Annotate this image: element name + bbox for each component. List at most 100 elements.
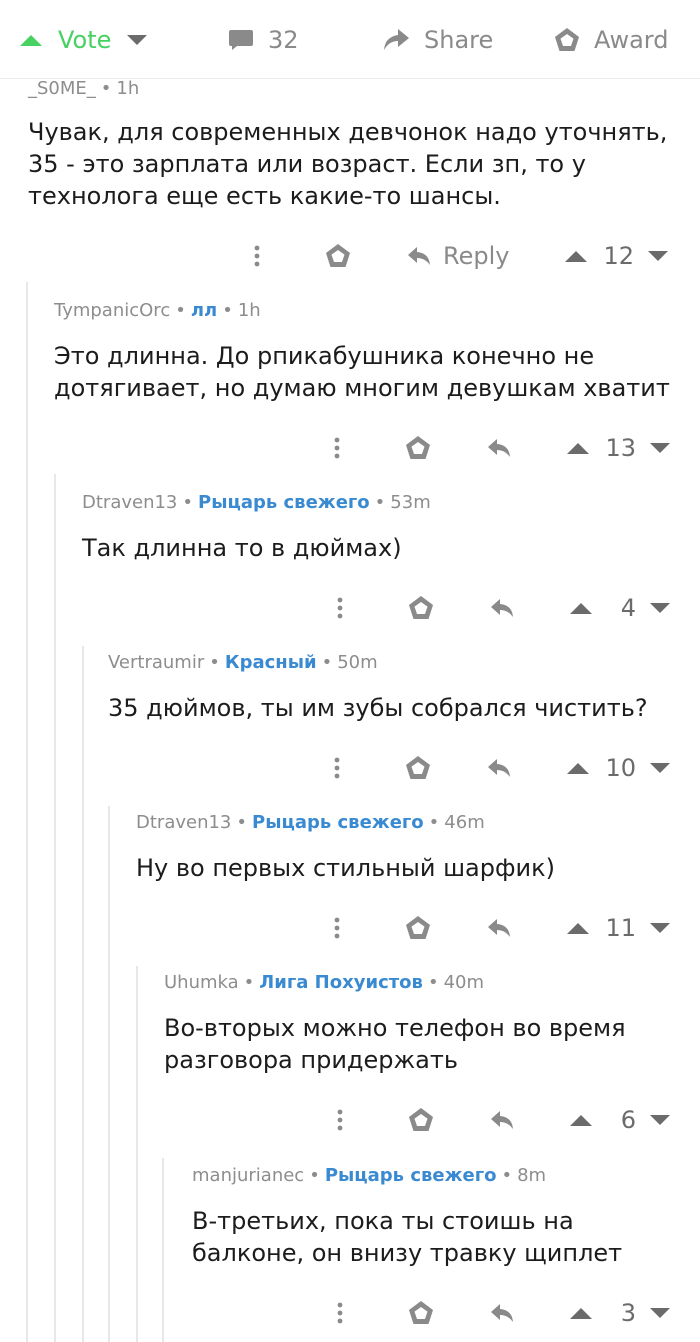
more-vertical-icon[interactable] [328, 597, 352, 619]
award-icon[interactable] [403, 435, 433, 461]
comment-text: В-третьих, пока ты стоишь на балконе, он… [192, 1207, 623, 1267]
comment-flair: лл [190, 300, 218, 321]
thread-line [108, 806, 110, 1342]
comment-time: 40m [443, 972, 485, 993]
award-icon[interactable] [323, 243, 353, 269]
vote-label: Vote [58, 26, 112, 54]
comment-author[interactable]: Uhumka [164, 972, 239, 993]
award-icon[interactable] [406, 1107, 436, 1133]
more-vertical-icon[interactable] [325, 757, 349, 779]
reply-arrow-icon [488, 919, 511, 937]
comment-actions: 6 [328, 1100, 670, 1140]
downvote-icon[interactable] [650, 923, 670, 933]
comment-time: 1h [237, 300, 261, 321]
more-vertical-icon[interactable] [325, 917, 349, 939]
comment-text: 35 дюймов, ты им зубы собрался чистить? [108, 694, 648, 722]
reply-button[interactable] [490, 1110, 514, 1130]
upvote-icon[interactable] [567, 442, 590, 454]
comment-actions: Reply 12 [245, 236, 668, 276]
comment-text: Чувак, для современных девчонок надо уто… [28, 118, 676, 210]
comment-score: 11 [605, 914, 636, 942]
comment-meta: Dtraven13 • Рыцарь свежего • 46m [136, 812, 485, 833]
vote-control[interactable]: Vote [20, 22, 148, 58]
post-action-bar: Vote 32 Share Award [0, 0, 700, 79]
comment-time: 8m [517, 1165, 547, 1186]
reply-arrow-icon [488, 439, 511, 457]
comment-time: 46m [444, 812, 485, 833]
thread-line [54, 474, 56, 1342]
comment-flair: Рыцарь свежего [252, 812, 424, 833]
share-button[interactable]: Share [382, 22, 493, 58]
comment-time: 1h [116, 78, 140, 99]
upvote-icon[interactable] [567, 762, 590, 774]
downvote-icon[interactable] [650, 1115, 670, 1125]
reply-arrow-icon [491, 1304, 513, 1322]
vote-down-icon[interactable] [127, 35, 148, 45]
comment-bubble-icon [229, 30, 253, 50]
award-icon[interactable] [403, 915, 433, 941]
downvote-icon[interactable] [650, 443, 670, 453]
reply-arrow-icon [491, 599, 513, 617]
reply-button[interactable]: Reply [407, 242, 509, 270]
downvote-icon[interactable] [650, 763, 670, 773]
downvote-icon[interactable] [648, 251, 668, 261]
share-arrow-icon [384, 29, 409, 50]
thread-line [26, 282, 28, 1342]
more-vertical-icon[interactable] [328, 1302, 352, 1324]
upvote-icon[interactable] [570, 1114, 592, 1126]
comment-author[interactable]: manjurianec [192, 1165, 304, 1186]
comment-author[interactable]: Dtraven13 [136, 812, 231, 833]
award-label: Award [594, 26, 669, 54]
reply-button[interactable] [487, 918, 511, 938]
comment-author[interactable]: Dtraven13 [82, 492, 177, 513]
comment-score: 3 [620, 1299, 636, 1327]
comment-actions: 11 [325, 908, 670, 948]
upvote-icon[interactable] [570, 602, 592, 614]
comment-text: Это длинна. До рпикабушника конечно не д… [54, 342, 670, 402]
reply-arrow-icon [491, 1111, 513, 1129]
comment-meta: _S0ME_ • 1h [28, 78, 140, 99]
reply-button[interactable] [490, 598, 514, 618]
comment-time: 53m [390, 492, 431, 513]
comment-flair: Рыцарь свежего [198, 492, 370, 513]
reply-button[interactable] [490, 1303, 514, 1323]
comment-score: 12 [603, 242, 634, 270]
thread-line [82, 646, 84, 1342]
award-button[interactable]: Award [554, 22, 668, 58]
comment-score: 6 [620, 1106, 636, 1134]
comment-text: Во-вторых можно телефон во время разгово… [164, 1014, 634, 1074]
upvote-icon[interactable] [565, 250, 588, 262]
comment-actions: 13 [325, 428, 670, 468]
comment-author[interactable]: Vertraumir [108, 652, 204, 673]
more-vertical-icon[interactable] [325, 437, 349, 459]
comments-button[interactable]: 32 [228, 22, 299, 58]
reply-arrow-icon [407, 247, 430, 265]
comment-text: Так длинна то в дюймах) [82, 534, 402, 562]
thread-line [162, 1158, 164, 1342]
comment-actions: 4 [328, 588, 670, 628]
comment-flair: Рыцарь свежего [324, 1165, 497, 1186]
reply-label: Reply [442, 242, 510, 270]
comment-meta: Dtraven13 • Рыцарь свежего • 53m [82, 492, 431, 513]
upvote-icon[interactable] [567, 922, 590, 934]
comment-text: Ну во первых стильный шарфик) [136, 854, 555, 882]
comment-score: 4 [620, 594, 636, 622]
more-vertical-icon[interactable] [328, 1109, 352, 1131]
award-icon[interactable] [406, 595, 436, 621]
comment-actions: 3 [328, 1293, 670, 1333]
reply-button[interactable] [487, 758, 511, 778]
upvote-icon[interactable] [570, 1307, 592, 1319]
comment-author[interactable]: _S0ME_ [28, 78, 96, 99]
award-icon[interactable] [403, 755, 433, 781]
reply-button[interactable] [487, 438, 511, 458]
share-label: Share [424, 26, 494, 54]
award-icon[interactable] [406, 1300, 436, 1326]
more-vertical-icon[interactable] [245, 245, 269, 267]
comment-flair: Красный [224, 652, 317, 673]
downvote-icon[interactable] [650, 603, 670, 613]
comment-score: 10 [605, 754, 636, 782]
downvote-icon[interactable] [650, 1308, 670, 1318]
comment-meta: TympanicOrc • лл • 1h [54, 300, 261, 321]
comment-author[interactable]: TympanicOrc [54, 300, 170, 321]
vote-up-icon[interactable] [20, 34, 42, 46]
